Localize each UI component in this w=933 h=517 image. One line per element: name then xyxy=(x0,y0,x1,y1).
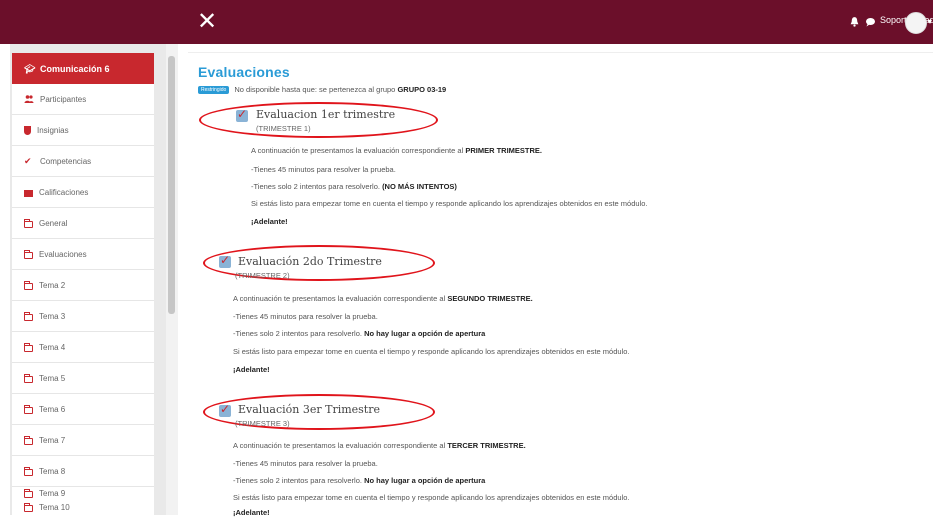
activity-time: -Tienes 45 minutos para resolver la prue… xyxy=(233,312,378,321)
sidebar-item-tema-3[interactable]: Tema 3 xyxy=(12,301,154,332)
chat-icon[interactable] xyxy=(865,17,876,27)
sidebar-item-label: Evaluaciones xyxy=(39,249,87,259)
sidebar-item-label: Tema 3 xyxy=(39,311,66,321)
sidebar-item-label: Tema 8 xyxy=(39,466,66,476)
folder-icon xyxy=(24,249,33,259)
activity-go: ¡Adelante! xyxy=(233,365,270,374)
activity-subtitle: (TRIMESTRE 2) xyxy=(235,271,290,280)
folder-icon xyxy=(24,466,33,476)
activity-attempts: -Tienes solo 2 intentos para resolverlo.… xyxy=(233,329,486,338)
sidebar-item-label: Tema 4 xyxy=(39,342,66,352)
activity-title[interactable]: Evaluación 3er Trimestre xyxy=(238,403,380,416)
sidebar-item-label: Participantes xyxy=(40,94,87,104)
sidebar-item-participantes[interactable]: Participantes xyxy=(12,84,154,115)
restriction-notice: Restringido No disponible hasta que: se … xyxy=(198,85,447,95)
sidebar-item-label: Tema 6 xyxy=(39,404,66,414)
folder-icon xyxy=(24,404,33,414)
sidebar-item-general[interactable]: General xyxy=(12,208,154,239)
activity-subtitle: (TRIMESTRE 1) xyxy=(256,124,311,133)
quiz-icon xyxy=(219,253,231,268)
sidebar-item-evaluaciones[interactable]: Evaluaciones xyxy=(12,239,154,270)
activity-title[interactable]: Evaluación 2do Trimestre xyxy=(238,255,382,268)
sidebar-item-label: Comunicación 6 xyxy=(40,63,110,74)
check-icon: ✔ xyxy=(24,156,32,166)
sidebar-item-label: General xyxy=(39,218,68,228)
top-navbar: ✕ Soporte Psad ▾ xyxy=(0,0,933,44)
section-title: Evaluaciones xyxy=(198,64,290,80)
activity-intro: A continuación te presentamos la evaluac… xyxy=(251,146,542,155)
content-divider xyxy=(188,52,933,53)
sidebar-scrollbar-thumb[interactable] xyxy=(168,56,175,314)
restricted-badge: Restringido xyxy=(198,86,230,95)
sidebar-item-tema-7[interactable]: Tema 7 xyxy=(12,425,154,456)
activity-ready: Si estás listo para empezar tome en cuen… xyxy=(233,347,630,356)
sidebar-item-label: Tema 9 xyxy=(39,489,66,498)
quiz-icon xyxy=(219,402,231,417)
close-icon[interactable]: ✕ xyxy=(197,9,217,33)
sidebar-item-label: Insignias xyxy=(37,125,69,135)
sidebar-item-tema-6[interactable]: Tema 6 xyxy=(12,394,154,425)
sidebar-item-course[interactable]: 🎓︎ Comunicación 6 xyxy=(12,53,154,85)
sidebar-item-tema-2[interactable]: Tema 2 xyxy=(12,270,154,301)
folder-icon xyxy=(24,489,33,498)
sidebar-item-label: Tema 10 xyxy=(39,503,70,512)
activity-attempts: -Tienes solo 2 intentos para resolverlo.… xyxy=(251,182,457,191)
restriction-text: No disponible hasta que: se pertenezca a… xyxy=(234,85,396,94)
activity-go: ¡Adelante! xyxy=(233,508,270,517)
activity-go: ¡Adelante! xyxy=(251,217,288,226)
activity-ready: Si estás listo para empezar tome en cuen… xyxy=(251,199,648,208)
sidebar-item-calificaciones[interactable]: Calificaciones xyxy=(12,177,154,208)
activity-subtitle: (TRIMESTRE 3) xyxy=(235,419,290,428)
activity-time: -Tienes 45 minutos para resolver la prue… xyxy=(233,459,378,468)
sidebar-item-label: Competencias xyxy=(40,156,92,166)
sidebar-item-label: Tema 5 xyxy=(39,373,66,383)
folder-icon xyxy=(24,503,33,512)
sidebar-item-tema-4[interactable]: Tema 4 xyxy=(12,332,154,363)
sidebar-item-tema-10[interactable]: Tema 10 xyxy=(12,502,154,516)
sidebar-item-competencias[interactable]: ✔ Competencias xyxy=(12,146,154,177)
users-icon xyxy=(24,95,34,103)
activity-title[interactable]: Evaluacion 1er trimestre xyxy=(256,108,395,121)
table-icon xyxy=(24,189,33,197)
sidebar-item-label: Tema 7 xyxy=(39,435,66,445)
folder-icon xyxy=(24,435,33,445)
sidebar-item-label: Calificaciones xyxy=(39,187,89,197)
avatar[interactable] xyxy=(905,12,927,34)
folder-icon xyxy=(24,311,33,321)
sidebar-item-insignias[interactable]: Insignias xyxy=(12,115,154,146)
chevron-down-icon[interactable]: ▾ xyxy=(928,17,932,26)
sidebar-item-tema-5[interactable]: Tema 5 xyxy=(12,363,154,394)
folder-icon xyxy=(24,342,33,352)
folder-icon xyxy=(24,373,33,383)
sidebar-item-label: Tema 2 xyxy=(39,280,66,290)
bell-icon[interactable] xyxy=(849,16,860,27)
folder-icon xyxy=(24,280,33,290)
activity-time: -Tienes 45 minutos para resolver la prue… xyxy=(251,165,396,174)
activity-intro: A continuación te presentamos la evaluac… xyxy=(233,294,533,303)
activity-attempts: -Tienes solo 2 intentos para resolverlo.… xyxy=(233,476,486,485)
folder-icon xyxy=(24,218,33,228)
activity-intro: A continuación te presentamos la evaluac… xyxy=(233,441,526,450)
sidebar-item-tema-8[interactable]: Tema 8 xyxy=(12,456,154,487)
restriction-group: GRUPO 03-19 xyxy=(397,85,447,94)
quiz-icon xyxy=(236,107,248,122)
activity-ready: Si estás listo para empezar tome en cuen… xyxy=(233,493,630,502)
shield-icon xyxy=(24,125,31,135)
graduation-cap-icon: 🎓︎ xyxy=(24,63,36,74)
